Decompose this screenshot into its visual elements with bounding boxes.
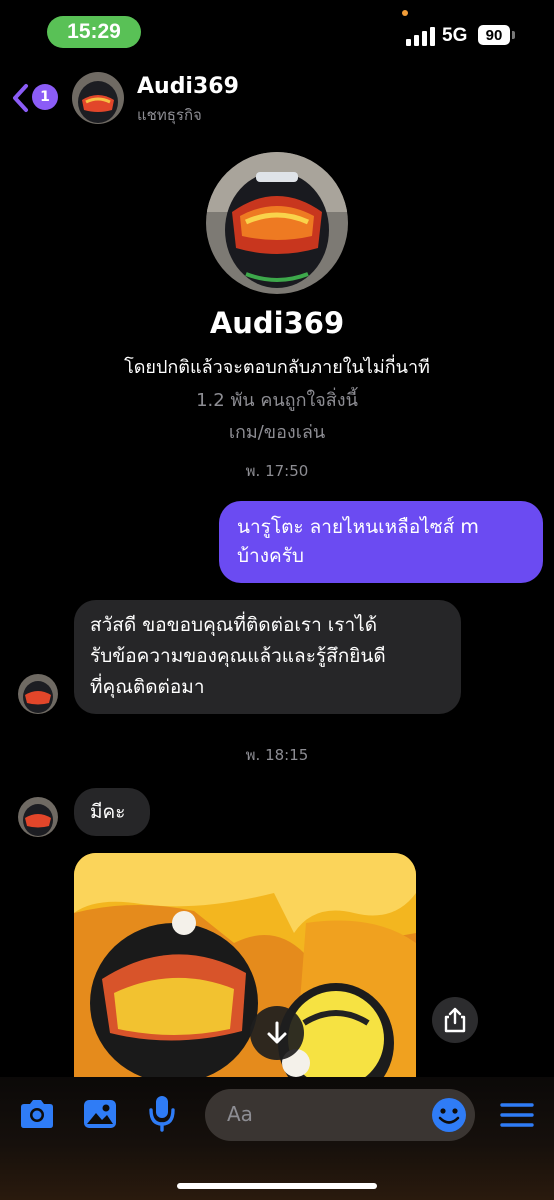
unread-count-badge: 1	[32, 84, 58, 110]
microphone-icon[interactable]	[148, 1094, 176, 1132]
chat-title[interactable]: Audi369	[137, 74, 239, 99]
share-icon	[444, 1007, 466, 1033]
outgoing-message-bubble[interactable]: นารูโตะ ลายไหนเหลือไซส์ m บ้างครับ	[219, 501, 543, 583]
header-avatar[interactable]	[72, 72, 124, 124]
page-category: เกม/ของเล่น	[228, 422, 326, 443]
sender-avatar[interactable]	[18, 674, 58, 714]
page-likes: 1.2 พัน คนถูกใจสิ่งนี้	[196, 390, 358, 411]
gallery-icon[interactable]	[82, 1098, 118, 1130]
share-button[interactable]	[432, 997, 478, 1043]
response-time-note: โดยปกติแล้วจะตอบกลับภายในไม่กี่นาที	[124, 357, 430, 378]
profile-avatar[interactable]	[206, 152, 348, 294]
scroll-to-bottom-button[interactable]	[250, 1006, 304, 1060]
message-image[interactable]	[74, 853, 416, 1080]
back-button[interactable]: 1	[10, 82, 60, 114]
incoming-message-bubble[interactable]: สวัสดี ขอขอบคุณที่ติดต่อเรา เราได้ รับข้…	[74, 600, 461, 714]
arrow-down-icon	[267, 1021, 287, 1044]
sender-avatar[interactable]	[18, 797, 58, 837]
message-input-placeholder: Aa	[227, 1102, 253, 1126]
chat-subtitle: แชทธุรกิจ	[137, 106, 202, 124]
cellular-signal-icon	[406, 26, 436, 46]
emoji-icon[interactable]	[431, 1097, 467, 1133]
message-timestamp: พ. 18:15	[245, 746, 309, 764]
privacy-indicator-dot	[402, 10, 408, 16]
camera-icon[interactable]	[18, 1097, 56, 1131]
home-indicator	[177, 1183, 377, 1189]
incoming-message-bubble[interactable]: มีคะ	[74, 788, 150, 836]
back-chevron-icon	[13, 84, 28, 112]
message-timestamp: พ. 17:50	[245, 462, 309, 480]
profile-name: Audi369	[209, 306, 345, 340]
battery-icon: 90	[478, 25, 510, 45]
status-time: 15:29	[47, 16, 141, 48]
battery-tip	[512, 31, 515, 39]
network-type: 5G	[442, 25, 468, 46]
menu-icon[interactable]	[500, 1102, 534, 1128]
